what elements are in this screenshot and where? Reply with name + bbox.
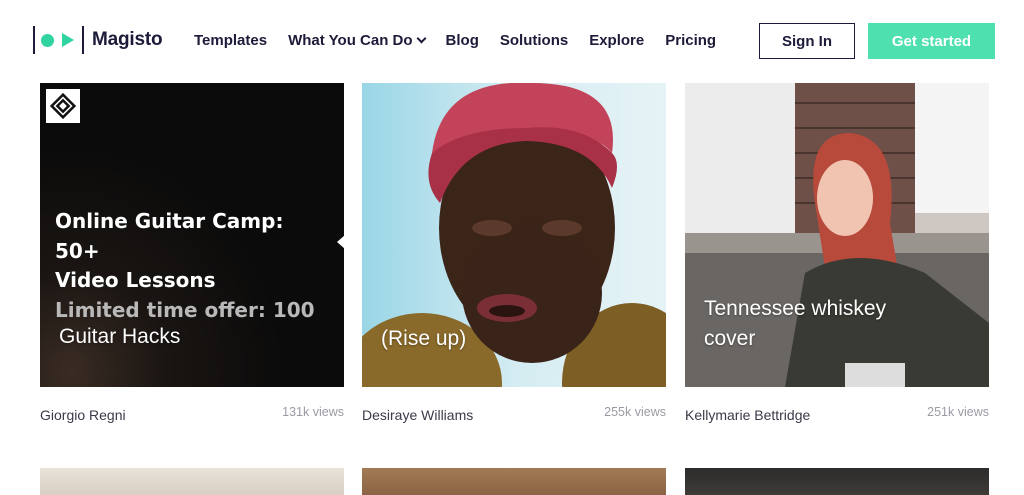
video-title-line: cover	[704, 327, 756, 350]
video-card-guitar-hacks[interactable]: Online Guitar Camp: 50+ Video Lessons Li…	[40, 83, 344, 387]
view-count: 251k views	[927, 405, 989, 419]
sign-in-button[interactable]: Sign In	[759, 23, 855, 59]
nav-blog[interactable]: Blog	[446, 32, 479, 49]
diamond-logo-icon	[46, 89, 80, 123]
video-card-rise-up[interactable]: (Rise up)	[362, 83, 666, 387]
promo-line: Limited time offer: 100	[55, 297, 315, 322]
video-card-tennessee-whiskey[interactable]: Tennessee whiskey cover	[685, 83, 989, 387]
video-title: (Rise up)	[381, 327, 467, 350]
chevron-down-icon	[416, 33, 426, 44]
view-count: 255k views	[604, 405, 666, 419]
video-meta: Giorgio Regni 131k views	[40, 405, 344, 425]
logo-play-icon	[62, 33, 74, 47]
promo-line: 50+	[55, 238, 100, 263]
magisto-logo[interactable]: Magisto	[33, 26, 163, 54]
video-title: Guitar Hacks	[59, 325, 181, 348]
main-nav: Templates What You Can Do Blog Solutions…	[194, 32, 737, 49]
logo-wordmark: Magisto	[92, 29, 163, 50]
nav-what-you-can-do[interactable]: What You Can Do	[288, 32, 426, 49]
nav-templates[interactable]: Templates	[194, 32, 267, 49]
promo-line: Online Guitar Camp:	[55, 209, 284, 233]
promo-overlay-text: Online Guitar Camp: 50+ Video Lessons Li…	[55, 207, 315, 325]
video-author[interactable]: Desiraye Williams	[362, 407, 473, 423]
nav-explore[interactable]: Explore	[589, 32, 644, 49]
nav-what-you-can-do-label: What You Can Do	[288, 32, 413, 49]
logo-bar-icon	[33, 26, 35, 54]
view-count: 131k views	[282, 405, 344, 419]
promo-line: Video Lessons	[55, 268, 216, 292]
video-card-partial[interactable]	[362, 468, 666, 495]
video-author[interactable]: Kellymarie Bettridge	[685, 407, 810, 423]
site-header: Magisto Templates What You Can Do Blog S…	[0, 0, 1024, 82]
video-author[interactable]: Giorgio Regni	[40, 407, 126, 423]
video-meta: Kellymarie Bettridge 251k views	[685, 405, 989, 425]
video-title-line: Tennessee whiskey	[704, 297, 887, 320]
logo-dot-icon	[41, 33, 54, 47]
video-card-partial[interactable]	[685, 468, 989, 495]
video-title: Tennessee whiskey cover	[704, 294, 886, 354]
logo-divider-icon	[82, 26, 84, 54]
video-meta: Desiraye Williams 255k views	[362, 405, 666, 425]
nav-pricing[interactable]: Pricing	[665, 32, 716, 49]
video-card-partial[interactable]	[40, 468, 344, 495]
nav-solutions[interactable]: Solutions	[500, 32, 568, 49]
get-started-button[interactable]: Get started	[868, 23, 995, 59]
carousel-notch-icon	[337, 235, 344, 249]
